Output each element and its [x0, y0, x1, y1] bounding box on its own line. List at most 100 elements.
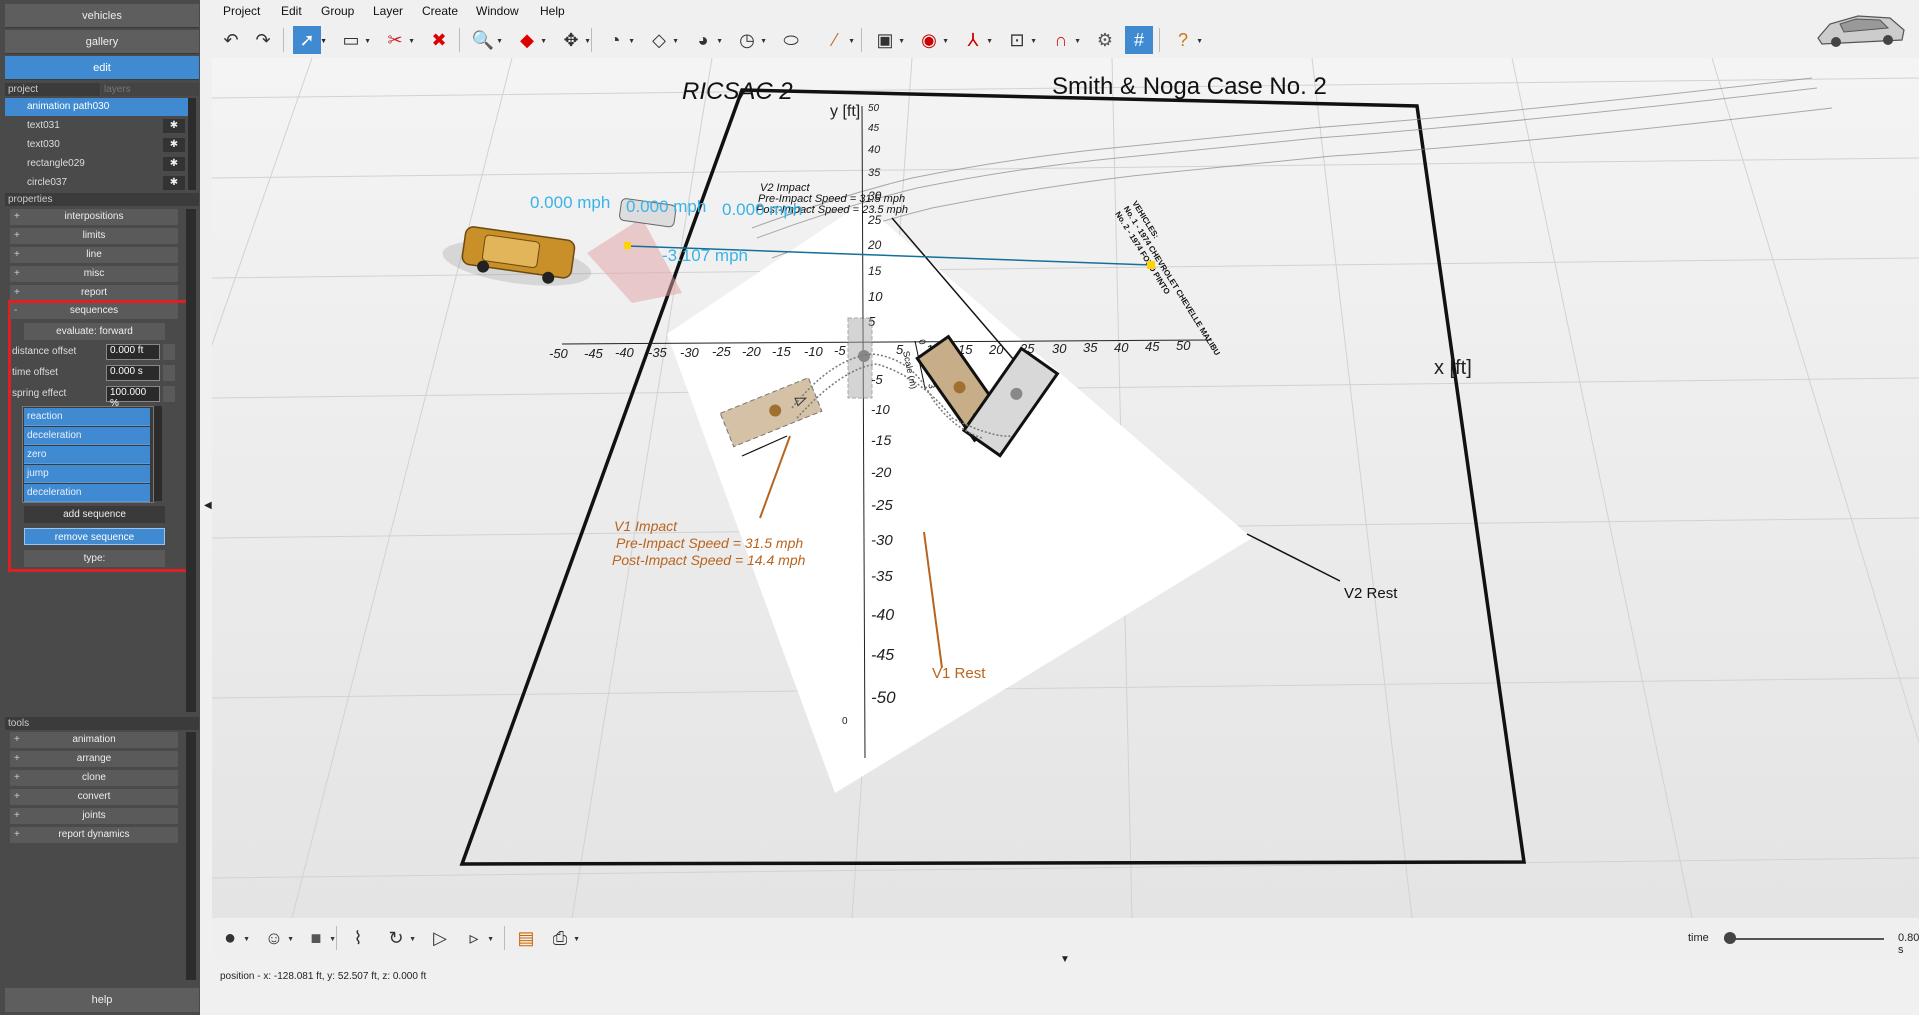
v1-rest-label: V1 Rest	[932, 665, 986, 682]
distance-offset-spinner[interactable]	[163, 344, 175, 360]
layer-item[interactable]: rectangle029 ✱	[5, 155, 189, 173]
tab-layers[interactable]: layers	[101, 83, 199, 96]
tool-animation[interactable]: + animation	[10, 732, 178, 748]
time-slider-track[interactable]	[1724, 938, 1884, 940]
filter-select-icon[interactable]: ✂ ▼	[381, 26, 415, 54]
help-icon[interactable]: ? ▼	[1169, 26, 1203, 54]
y-tick: -10	[871, 402, 891, 417]
plane-icon[interactable]: ◇ ▼	[645, 26, 679, 54]
step-icon[interactable]: ▹ ▼	[460, 924, 494, 952]
zoom-icon[interactable]: 🔍 ▼	[469, 26, 503, 54]
layers-scrollbar[interactable]	[188, 98, 196, 190]
dial-icon[interactable]: ◕ ▼	[689, 26, 723, 54]
time-offset-spinner[interactable]	[163, 365, 175, 381]
grid-icon[interactable]: #	[1125, 26, 1153, 54]
snapshot-icon[interactable]: ⊡ ▼	[1003, 26, 1037, 54]
prop-misc[interactable]: + misc	[10, 266, 178, 282]
3d-viewport[interactable]: -50 -45 -40 -35 -30 -25 -20 -15 -10 -5 5…	[212, 58, 1919, 918]
help-button[interactable]: help	[5, 988, 199, 1012]
prop-report[interactable]: + report	[10, 285, 178, 301]
sequence-item[interactable]: deceleration	[24, 484, 150, 502]
evaluate-dropdown[interactable]: evaluate: forward	[24, 323, 165, 340]
sequence-item[interactable]: jump	[24, 465, 150, 483]
tool-convert[interactable]: + convert	[10, 789, 178, 805]
collapse-sidebar-icon[interactable]: ◀	[204, 500, 212, 511]
layer-item[interactable]: text030 ✱	[5, 136, 189, 154]
sequence-item[interactable]: deceleration	[24, 427, 150, 445]
properties-scrollbar[interactable]	[186, 209, 196, 712]
pipe-icon[interactable]: ⁄ ▼	[821, 26, 855, 54]
rectangle-select-icon[interactable]: ▭ ▼	[337, 26, 371, 54]
cylinder-icon[interactable]: ⬭	[777, 26, 805, 54]
visibility-icon[interactable]: ✱	[163, 157, 185, 171]
prop-label: interpositions	[64, 211, 124, 222]
magnet-icon[interactable]: ∩ ▼	[1047, 26, 1081, 54]
tab-project[interactable]: project	[5, 83, 100, 96]
visibility-icon[interactable]: ✱	[163, 176, 185, 190]
menu-edit[interactable]: Edit	[281, 4, 302, 18]
undo-icon[interactable]: ↶	[217, 26, 245, 54]
menu-group[interactable]: Group	[321, 4, 354, 18]
type-dropdown[interactable]: type:	[24, 550, 165, 567]
report-icon[interactable]: ▤	[512, 924, 540, 952]
gauge-icon[interactable]: ◔ ▼	[601, 26, 635, 54]
head-icon[interactable]: ☺ ▼	[260, 924, 294, 952]
play-icon[interactable]: ▷	[426, 924, 454, 952]
nav-edit[interactable]: edit	[5, 56, 199, 80]
tools-scrollbar[interactable]	[186, 732, 196, 980]
expand-timeline-icon[interactable]: ▼	[1060, 954, 1070, 965]
sequence-item[interactable]: reaction	[24, 408, 150, 426]
layer-item[interactable]: text031 ✱	[5, 117, 189, 135]
color-swatch-icon[interactable]: ■ ▼	[302, 924, 336, 952]
gear-icon[interactable]: ⚙	[1091, 26, 1119, 54]
render-sphere-icon[interactable]: ● ▼	[216, 924, 250, 952]
move-icon[interactable]: ✥ ▼	[557, 26, 591, 54]
speed-label: 0.000 mph	[530, 193, 610, 212]
path-end-handle[interactable]	[1147, 261, 1155, 269]
distance-offset-input[interactable]: 0.000 ft	[106, 344, 160, 360]
tool-joints[interactable]: + joints	[10, 808, 178, 824]
add-sequence-button[interactable]: add sequence	[24, 506, 165, 523]
menu-create[interactable]: Create	[422, 4, 458, 18]
layer-item[interactable]: animation path030	[5, 98, 189, 116]
camera-icon[interactable]: ▣ ▼	[871, 26, 905, 54]
delete-icon[interactable]: ✖	[425, 26, 453, 54]
visibility-icon[interactable]: ✱	[163, 119, 185, 133]
prop-sequences[interactable]: - sequences	[10, 303, 178, 319]
expand-icon: +	[14, 230, 20, 241]
menu-layer[interactable]: Layer	[373, 4, 403, 18]
tool-report-dynamics[interactable]: + report dynamics	[10, 827, 178, 843]
tool-arrange[interactable]: + arrange	[10, 751, 178, 767]
menu-window[interactable]: Window	[476, 4, 519, 18]
nav-vehicles[interactable]: vehicles	[5, 4, 199, 28]
menu-help[interactable]: Help	[540, 4, 565, 18]
visibility-icon[interactable]: ✱	[163, 138, 185, 152]
x-tick: -25	[712, 344, 732, 359]
sequence-scrollbar[interactable]	[154, 406, 162, 501]
print-icon[interactable]: ⎙ ▼	[546, 924, 580, 952]
nav-gallery[interactable]: gallery	[5, 30, 199, 54]
sequence-item[interactable]: zero	[24, 446, 150, 464]
orbit-icon[interactable]: ↻ ▼	[382, 924, 416, 952]
prop-interpositions[interactable]: + interpositions	[10, 209, 178, 225]
remove-sequence-button[interactable]: remove sequence	[24, 528, 165, 545]
tool-clone[interactable]: + clone	[10, 770, 178, 786]
path-start-handle[interactable]	[624, 242, 631, 249]
time-slider-thumb[interactable]	[1724, 932, 1737, 944]
spring-effect-spinner[interactable]	[163, 386, 175, 402]
target-icon[interactable]: ◉ ▼	[915, 26, 949, 54]
select-pointer-icon[interactable]: ➚ ▼	[293, 26, 327, 54]
scene-canvas[interactable]: -50 -45 -40 -35 -30 -25 -20 -15 -10 -5 5…	[212, 58, 1919, 918]
spring-effect-input[interactable]: 100.000 %	[106, 386, 160, 409]
time-offset-input[interactable]: 0.000 s	[106, 365, 160, 381]
graph-icon[interactable]: ⌇	[344, 924, 372, 952]
menu-project[interactable]: Project	[223, 4, 260, 18]
axes-icon[interactable]: ⅄ ▼	[959, 26, 994, 54]
layer-label: text030	[27, 139, 60, 150]
layer-item[interactable]: circle037 ✱	[5, 174, 189, 192]
solid-cube-icon[interactable]: ◆ ▼	[513, 26, 547, 54]
prop-limits[interactable]: + limits	[10, 228, 178, 244]
redo-icon[interactable]: ↷	[249, 26, 277, 54]
speedometer-icon[interactable]: ◷ ▼	[733, 26, 767, 54]
prop-line[interactable]: + line	[10, 247, 178, 263]
